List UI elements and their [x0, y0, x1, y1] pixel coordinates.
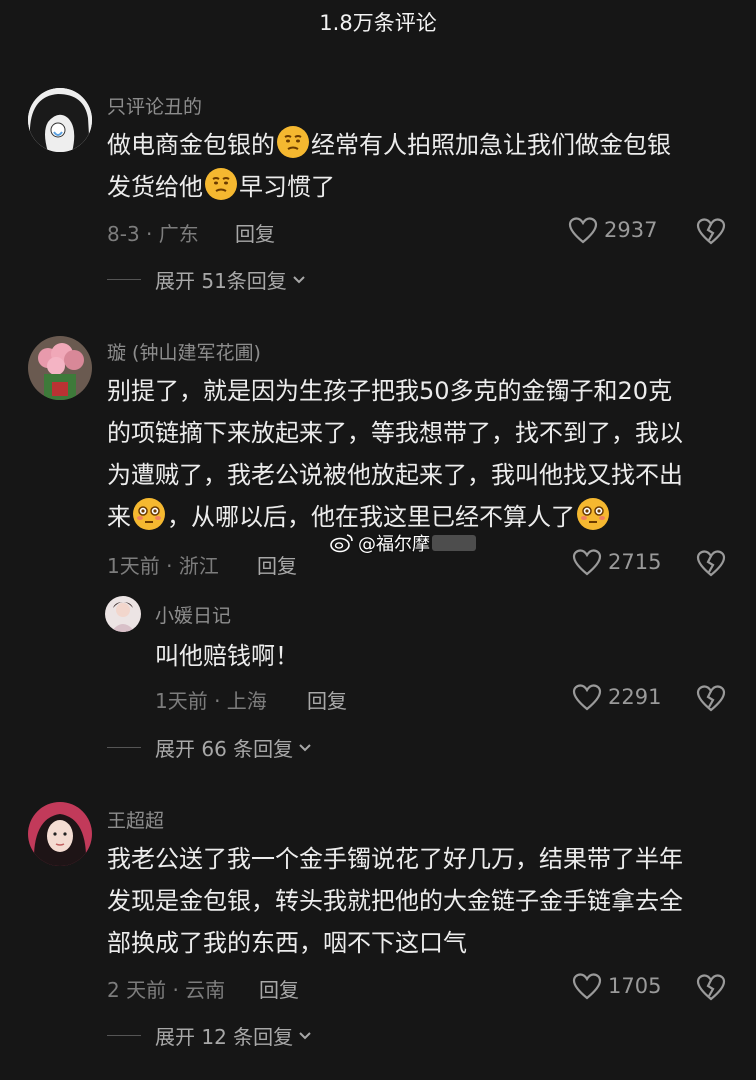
flushed-emoji-icon	[132, 497, 166, 531]
reply-text: 叫他赔钱啊！	[155, 642, 299, 670]
flushed-emoji-icon	[576, 497, 610, 531]
chevron-down-icon	[293, 275, 305, 283]
dislike-button[interactable]	[696, 216, 726, 246]
comment-text-segment: 为遭贼了，我老公说被他放起来了，我叫他找又找不出	[107, 461, 683, 489]
avatar[interactable]	[28, 336, 92, 400]
reply-button[interactable]: 回复	[259, 974, 299, 1003]
reply-username[interactable]: 小媛日记	[155, 601, 231, 628]
username[interactable]: 王超超	[107, 806, 164, 833]
comment-text: 做电商金包银的 经常有人拍照加急让我们做金包银 发货给他 早习惯了	[107, 124, 671, 208]
comment-text-segment: 部换成了我的东西，咽不下这口气	[107, 929, 467, 957]
heart-icon	[568, 217, 598, 244]
broken-heart-icon	[696, 974, 726, 1001]
comment-text-segment: 别提了，就是因为生孩子把我50多克的金镯子和20克	[107, 377, 673, 405]
expand-replies-button[interactable]: 展开 66 条回复	[107, 733, 313, 762]
comment-count-title: 1.8万条评论	[319, 11, 437, 35]
broken-heart-icon	[696, 218, 726, 245]
comment-text-segment: 早习惯了	[239, 173, 335, 201]
expand-replies-button[interactable]: 展开 12 条回复	[107, 1021, 313, 1050]
username[interactable]: 只评论丑的	[107, 92, 202, 119]
broken-heart-icon	[696, 550, 726, 577]
dislike-button[interactable]	[696, 683, 726, 713]
like-button[interactable]: 2715	[572, 548, 661, 576]
comment-text-segment: 发货给他	[107, 173, 203, 201]
avatar[interactable]	[28, 88, 92, 152]
smirk-emoji-icon	[276, 125, 310, 159]
dislike-button[interactable]	[696, 972, 726, 1002]
comment-text-segment: 做电商金包银的	[107, 131, 275, 159]
comment-text: 我老公送了我一个金手镯说花了好几万，结果带了半年 发现是金包银，转头我就把他的大…	[107, 838, 683, 964]
reply-button[interactable]: 回复	[307, 685, 347, 714]
reply-meta: 1天前 · 上海	[155, 689, 267, 713]
dislike-button[interactable]	[696, 548, 726, 578]
reply-avatar[interactable]	[105, 596, 141, 632]
weibo-logo-icon	[330, 534, 353, 553]
like-button[interactable]: 1705	[572, 972, 661, 1000]
comment-meta: 1天前 · 浙江	[107, 554, 219, 578]
chevron-down-icon	[299, 1031, 311, 1039]
expand-replies-label: 展开 66 条回复	[155, 737, 294, 761]
watermark: @福尔摩	[330, 530, 476, 556]
chevron-down-icon	[299, 743, 311, 751]
smirk-emoji-icon	[204, 167, 238, 201]
comment-text-segment: 来	[107, 503, 131, 531]
watermark-blur	[432, 535, 476, 551]
comment-text-segment: 的项链摘下来放起来了，等我想带了，找不到了，我以	[107, 419, 683, 447]
watermark-text: @福尔摩	[358, 534, 430, 555]
comment-text-segment: 经常有人拍照加急让我们做金包银	[311, 131, 671, 159]
like-button[interactable]: 2937	[568, 216, 657, 244]
heart-icon	[572, 549, 602, 576]
comments-header: 1.8万条评论	[0, 0, 756, 44]
avatar[interactable]	[28, 802, 92, 866]
expand-replies-label: 展开 12 条回复	[155, 1025, 294, 1049]
divider-line	[107, 1035, 141, 1036]
broken-heart-icon	[696, 685, 726, 712]
comment-text-segment: 发现是金包银，转头我就把他的大金链子金手链拿去全	[107, 887, 683, 915]
like-count: 1705	[608, 974, 662, 998]
heart-icon	[572, 973, 602, 1000]
expand-replies-button[interactable]: 展开 51条回复	[107, 265, 307, 294]
expand-replies-label: 展开 51条回复	[155, 269, 287, 293]
like-button[interactable]: 2291	[572, 683, 661, 711]
divider-line	[107, 279, 141, 280]
comment-meta: 8-3 · 广东	[107, 222, 199, 246]
comment-text-segment: ，从哪以后，他在我这里已经不算人了	[167, 503, 575, 531]
like-count: 2291	[608, 685, 662, 709]
like-count: 2715	[608, 550, 662, 574]
reply-button[interactable]: 回复	[257, 550, 297, 579]
heart-icon	[572, 684, 602, 711]
comment-text: 别提了，就是因为生孩子把我50多克的金镯子和20克 的项链摘下来放起来了，等我想…	[107, 370, 683, 538]
comment-text-segment: 我老公送了我一个金手镯说花了好几万，结果带了半年	[107, 845, 683, 873]
like-count: 2937	[604, 218, 658, 242]
comment-meta: 2 天前 · 云南	[107, 978, 226, 1002]
reply-button[interactable]: 回复	[235, 218, 275, 247]
divider-line	[107, 747, 141, 748]
username[interactable]: 璇 (钟山建军花圃)	[107, 338, 261, 365]
